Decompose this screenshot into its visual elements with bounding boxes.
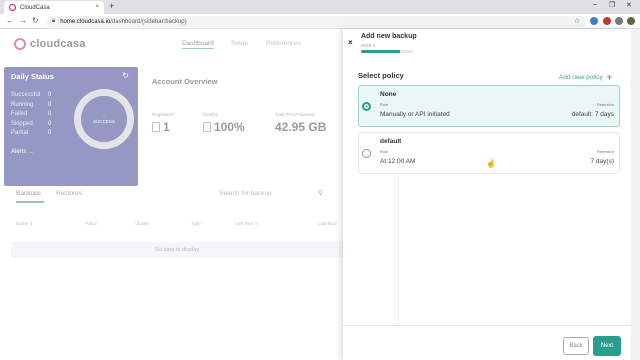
plus-icon: + [606,72,612,82]
url-host: home.cloudcasa.io [60,18,111,25]
divider [398,176,399,326]
policy-radio[interactable] [362,149,371,158]
cloudcasa-favicon-icon [9,4,16,11]
address-bar[interactable]: 🔒︎ home.cloudcasa.io/dashboard/(sidebar:… [46,16,586,27]
policy-radio[interactable] [362,102,371,111]
next-button[interactable]: Next [593,336,621,356]
tab-close-icon[interactable]: × [95,4,99,10]
puzzle-icon[interactable] [615,17,623,25]
window-close-button[interactable]: ✕ [626,1,632,9]
policy-name: default [380,138,402,145]
lock-icon: 🔒︎ [52,18,56,24]
rule-label: Rule [380,102,389,107]
extension-icon[interactable] [603,17,611,25]
back-arrow-icon[interactable]: ← [6,16,14,25]
policy-schedule: Manually or API initiated [380,111,450,118]
browser-tab[interactable]: CloudCasa × [4,1,104,14]
add-policy-label: Add new policy [559,73,603,81]
retention-label: Retention [596,102,614,107]
retention-label: Retention [596,149,614,154]
url-path: /dashboard/(sidebar:backup) [110,18,187,25]
step-progress-fill [361,50,400,53]
mouse-pointer-icon: ☝ [486,159,496,168]
step-indicator: STEP 3 [361,43,375,48]
rule-label: Rule [380,149,389,154]
select-policy-heading: Select policy [358,71,404,80]
maximize-button[interactable]: ❐ [609,1,615,9]
policy-name: None [380,91,397,98]
drawer-title: Add new backup [361,33,417,40]
back-button[interactable]: Back [563,337,589,355]
new-tab-button[interactable]: + [109,1,114,11]
add-backup-drawer: × Add new backup STEP 3 Select policy Ad… [343,29,631,360]
step-progress-bar [361,50,413,53]
browser-toolbar: ← → ↻ 🔒︎ home.cloudcasa.io/dashboard/(si… [0,14,640,29]
minimize-button[interactable]: – [593,1,597,8]
close-drawer-icon[interactable]: × [348,38,353,47]
tab-title: CloudCasa [20,4,50,11]
profile-avatar[interactable] [627,17,635,25]
policy-schedule: At 12:00 AM [380,158,416,165]
forward-arrow-icon[interactable]: → [19,16,27,25]
extension-icon[interactable] [590,17,598,25]
retention-value: 7 day(s) [590,158,614,165]
reload-icon[interactable]: ↻ [32,16,39,25]
bookmark-star-icon[interactable]: ☆ [574,17,580,25]
add-new-policy-link[interactable]: Add new policy + [559,72,612,82]
page-scrollbar[interactable] [631,29,640,360]
retention-value: default: 7 days [571,111,614,118]
policy-card-none[interactable]: None Rule Manually or API initiated Rete… [358,85,620,127]
browser-tabbar: CloudCasa × + – ❐ ✕ [0,0,640,14]
dim-overlay[interactable] [0,29,343,360]
